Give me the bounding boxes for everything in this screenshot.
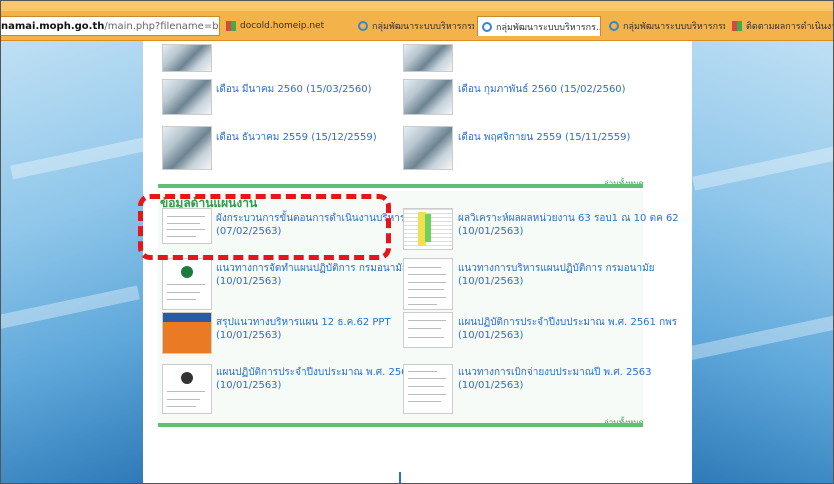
document-date: (10/01/2563) (458, 380, 524, 391)
ie-favicon-icon (358, 21, 368, 31)
text-cursor (399, 472, 401, 484)
browser-window: namai.moph.go.th/main.php?filename=budj … (0, 0, 834, 484)
document-link[interactable]: สรุปแนวทางบริหารแผน 12 ธ.ค.62 PPT (216, 316, 391, 329)
tab-label: ติดตามผลการดำเนินงาน/ง... (746, 22, 834, 32)
browser-toolbar: namai.moph.go.th/main.php?filename=budj … (0, 0, 834, 41)
document-link[interactable]: ผลวิเคราะห์ผลผลหน่วยงาน 63 รอบ1 ณ 10 ตค … (458, 212, 679, 225)
tab-label: กลุ่มพัฒนาระบบบริหารกร... (496, 22, 601, 33)
report-thumbnail[interactable] (162, 126, 212, 170)
document-date: (10/01/2563) (458, 330, 524, 341)
tab-item[interactable]: กลุ่มพัฒนาระบบบริหารกรมอน... (605, 16, 725, 36)
report-thumbnail[interactable] (162, 44, 212, 72)
section-divider (158, 184, 643, 188)
address-host: namai.moph.go.th (1, 20, 105, 32)
document-thumbnail[interactable] (403, 364, 453, 414)
document-date: (10/01/2563) (216, 276, 282, 287)
background-right (682, 41, 834, 484)
document-thumbnail[interactable] (403, 312, 453, 348)
address-path: /main.php?filename=budj (104, 20, 219, 32)
ie-favicon-icon (609, 21, 619, 31)
document-link[interactable]: แผนปฏิบัติการประจำปีงบประมาณ พ.ศ. 2561 ก… (458, 316, 677, 329)
highlight-annotation (138, 194, 391, 260)
report-link[interactable]: เดือน พฤศจิกายน 2559 (15/11/2559) (458, 131, 630, 144)
report-link[interactable]: เดือน มีนาคม 2560 (15/03/2560) (216, 83, 372, 96)
report-link[interactable]: เดือน ธันวาคม 2559 (15/12/2559) (216, 131, 377, 144)
tab-item[interactable]: กลุ่มพัฒนาระบบบริหารกรมอน... (354, 16, 474, 36)
document-date: (10/01/2563) (216, 330, 282, 341)
tab-label: docold.homeip.net (240, 21, 325, 31)
ie-favicon-icon (482, 21, 492, 32)
report-thumbnail[interactable] (162, 79, 212, 115)
spreadsheet-thumbnail[interactable] (403, 208, 453, 250)
tab-docold[interactable]: docold.homeip.net (222, 16, 340, 36)
address-bar[interactable]: namai.moph.go.th/main.php?filename=budj … (0, 16, 220, 36)
presentation-thumbnail[interactable] (162, 312, 212, 354)
site-favicon-icon (226, 21, 236, 31)
background-left (0, 41, 150, 484)
department-logo-icon (181, 266, 193, 278)
document-link[interactable]: แนวทางการจัดทำแผนปฏิบัติการ กรมอนามัย (216, 262, 408, 275)
report-thumbnail[interactable] (403, 79, 453, 115)
tab-label: กลุ่มพัฒนาระบบบริหารกรมอน... (372, 22, 474, 32)
document-date: (10/01/2563) (458, 226, 524, 237)
section-divider (158, 423, 643, 427)
site-favicon-icon (732, 21, 742, 31)
report-thumbnail[interactable] (403, 44, 453, 72)
document-thumbnail[interactable] (403, 258, 453, 310)
document-date: (10/01/2563) (216, 380, 282, 391)
report-thumbnail[interactable] (403, 126, 453, 170)
document-link[interactable]: แนวทางการบริหารแผนปฏิบัติการ กรมอนามัย (458, 262, 655, 275)
title-band (0, 0, 834, 11)
report-link[interactable]: เดือน กุมภาพันธ์ 2560 (15/02/2560) (458, 83, 626, 96)
department-logo-icon (181, 371, 193, 384)
tab-label: กลุ่มพัฒนาระบบบริหารกรมอน... (623, 22, 725, 32)
tab-active[interactable]: กลุ่มพัฒนาระบบบริหารกร... × (477, 16, 601, 36)
document-date: (10/01/2563) (458, 276, 524, 287)
tab-item[interactable]: ติดตามผลการดำเนินงาน/ง... (728, 16, 834, 36)
document-link[interactable]: แนวทางการเบิกจ่ายงบประมาณปี พ.ศ. 2563 (458, 366, 651, 379)
document-thumbnail[interactable] (162, 364, 212, 414)
document-thumbnail[interactable] (162, 258, 212, 310)
